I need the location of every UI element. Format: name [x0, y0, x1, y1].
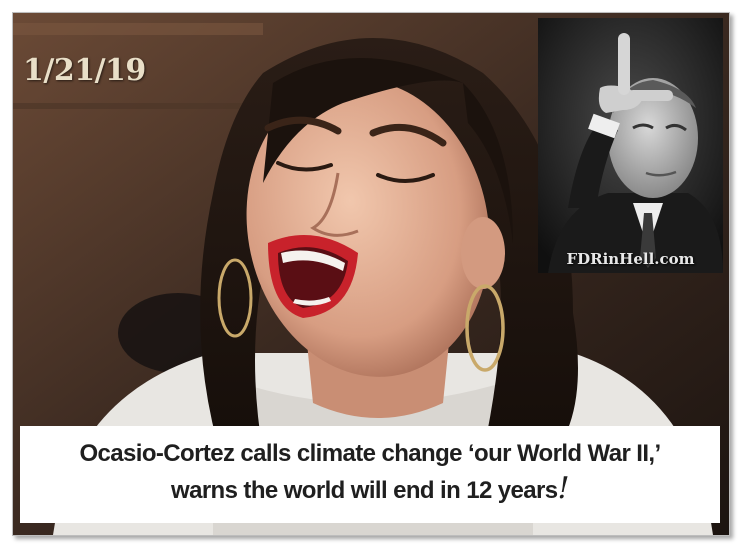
headline-line-2-text: warns the world will end in 12 years	[171, 477, 558, 504]
date-stamp: 1/21/19	[23, 53, 146, 88]
exclamation-mark: !	[557, 471, 570, 506]
watermark-text: FDRinHell.com	[566, 250, 695, 268]
headline-line-2: warns the world will end in 12 years!	[20, 471, 720, 508]
meme-image-frame: 1/21/19 FDRinHell.com Ocasio-Cortez call…	[12, 12, 730, 536]
caption-box: Ocasio-Cortez calls climate change ‘our …	[20, 426, 720, 523]
man-loser-gesture-photo	[538, 18, 723, 273]
fdr-inset-photo: FDRinHell.com	[538, 18, 723, 273]
headline: Ocasio-Cortez calls climate change ‘our …	[20, 436, 720, 508]
headline-line-1: Ocasio-Cortez calls climate change ‘our …	[79, 440, 661, 467]
